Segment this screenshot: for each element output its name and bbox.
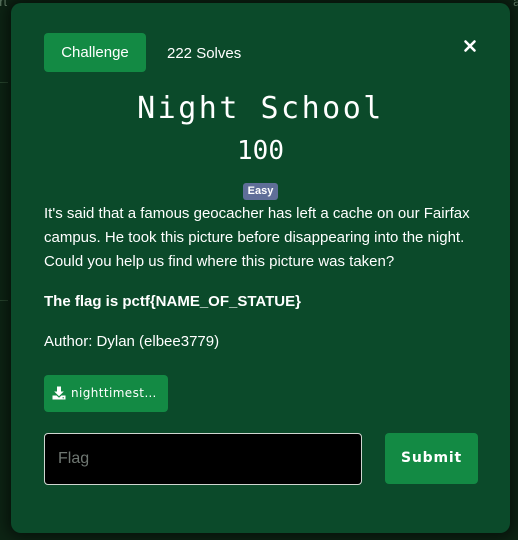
- download-file-button[interactable]: nighttimestatue.jpg: [44, 375, 168, 412]
- challenge-points: 100: [237, 136, 284, 166]
- tab-solves[interactable]: 222 Solves: [167, 33, 241, 72]
- difficulty-badge: Easy: [243, 183, 278, 200]
- flag-format-text: The flag is pctf{NAME_OF_STATUE}: [44, 293, 301, 310]
- download-icon: [52, 386, 66, 400]
- close-icon: [464, 40, 476, 52]
- flag-input[interactable]: [44, 433, 362, 485]
- close-button[interactable]: [459, 35, 481, 57]
- submit-button[interactable]: Submit: [385, 433, 478, 484]
- tab-challenge[interactable]: Challenge: [44, 33, 146, 72]
- background-text-left: art: [0, 0, 8, 9]
- challenge-description: It's said that a famous geocacher has le…: [44, 205, 470, 270]
- background-divider: [0, 82, 8, 83]
- challenge-modal: Challenge 222 Solves Night School 100 Ea…: [11, 3, 510, 533]
- background-text-right: at: [513, 0, 518, 9]
- challenge-author: Author: Dylan (elbee3779): [44, 333, 220, 350]
- file-name: nighttimestatue.jpg: [71, 386, 161, 400]
- background-divider: [0, 300, 8, 301]
- flag-format-note: The flag is pctf{NAME_OF_STATUE}: [44, 290, 301, 314]
- challenge-title: Night School: [137, 91, 384, 126]
